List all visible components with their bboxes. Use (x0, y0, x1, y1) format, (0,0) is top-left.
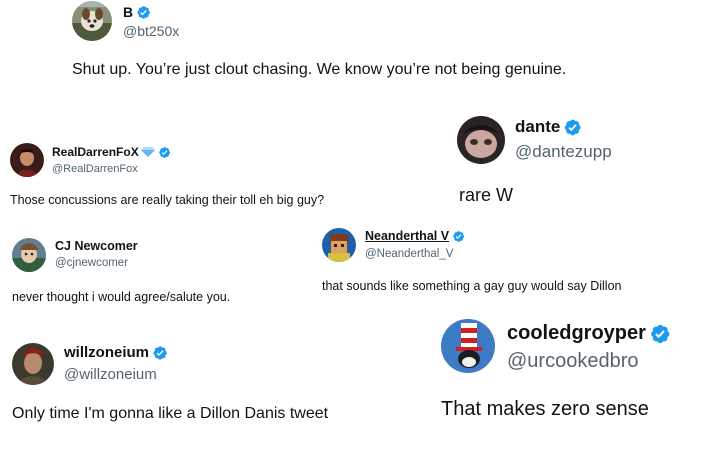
display-name[interactable]: cooledgroyper (507, 322, 646, 345)
display-name[interactable]: B (123, 4, 133, 20)
user-handle[interactable]: @urcookedbro (507, 350, 638, 373)
verified-badge-icon (649, 323, 671, 345)
verified-badge-icon (158, 146, 171, 159)
avatar[interactable] (441, 319, 495, 373)
avatar[interactable] (457, 116, 505, 164)
verified-badge-icon (452, 230, 465, 243)
profile-photo-dog-icon (72, 1, 112, 41)
tweet-text: That makes zero sense (441, 398, 649, 420)
user-handle[interactable]: @dantezupp (515, 142, 612, 162)
user-handle[interactable]: @RealDarrenFox (52, 163, 138, 175)
tweet-text: Only time I'm gonna like a Dillon Danis … (12, 405, 329, 422)
display-name[interactable]: Neanderthal V (365, 229, 449, 243)
display-name[interactable]: CJ Newcomer (55, 239, 138, 253)
tweet-collage: { "colors": { "verified_badge": "#1d9bf0… (0, 0, 720, 450)
avatar[interactable] (12, 238, 46, 272)
verified-badge-icon (136, 5, 151, 20)
avatar[interactable] (322, 228, 356, 262)
tweet-text: that sounds like something a gay guy wou… (322, 279, 622, 293)
user-handle[interactable]: @Neanderthal_V (365, 248, 453, 260)
profile-photo-pixel-art-icon (322, 228, 356, 262)
diamond-icon (140, 146, 155, 158)
verified-badge-icon (563, 118, 582, 137)
user-handle[interactable]: @cjnewcomer (55, 257, 128, 269)
display-name[interactable]: dante (515, 117, 560, 137)
user-handle[interactable]: @bt250x (123, 23, 179, 39)
avatar[interactable] (10, 143, 44, 177)
profile-photo-cat-in-hat-icon (441, 319, 495, 373)
tweet-text: Those concussions are really taking thei… (10, 193, 325, 207)
avatar[interactable] (72, 1, 112, 41)
profile-photo-cartoon-icon (12, 238, 46, 272)
profile-photo-person-icon (12, 343, 54, 385)
tweet-text: Shut up. You’re just clout chasing. We k… (72, 61, 567, 78)
avatar[interactable] (12, 343, 54, 385)
display-name[interactable]: RealDarrenFoX (52, 145, 139, 159)
tweet-text: rare W (459, 185, 513, 205)
user-handle[interactable]: @willzoneium (64, 366, 157, 383)
tweet-text: never thought i would agree/salute you. (12, 290, 231, 304)
display-name[interactable]: willzoneium (64, 344, 149, 361)
profile-photo-person-icon (10, 143, 44, 177)
profile-photo-face-icon (457, 116, 505, 164)
verified-badge-icon (152, 345, 168, 361)
